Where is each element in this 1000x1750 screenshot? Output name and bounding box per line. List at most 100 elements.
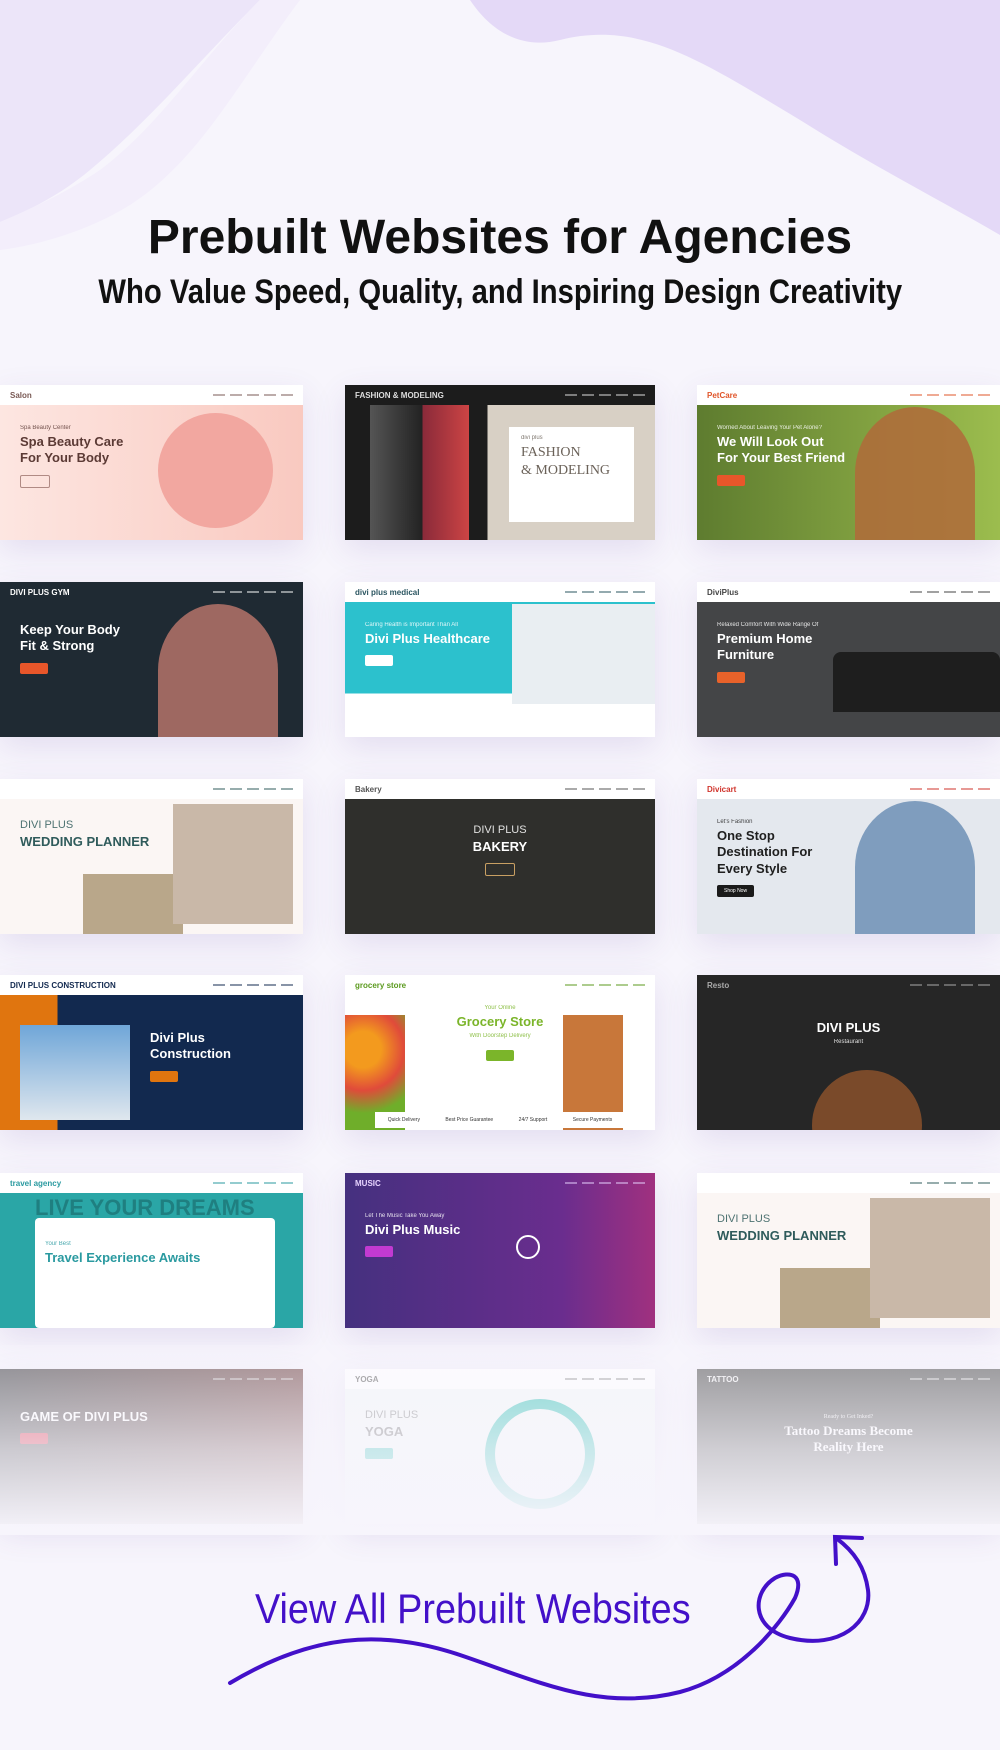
hero-cta-button[interactable] <box>20 662 48 674</box>
website-hero-text: Your Online Grocery Store With Doorstep De… <box>345 1005 655 1066</box>
hero-cta-button[interactable] <box>485 863 515 877</box>
hero-subtitle: Who Value Speed, Quality, and Inspiring … <box>98 273 902 311</box>
hero-eyebrow: DIVI PLUS <box>717 1213 771 1225</box>
feature-item: Quick Delivery <box>387 1117 420 1123</box>
website-nav: MUSIC <box>345 1173 655 1193</box>
website-nav <box>697 1173 1000 1193</box>
nav-menu <box>213 984 293 986</box>
website-card-fashion-modeling[interactable]: FASHION & MODELING divi plus FASHION & MODE… <box>345 385 655 540</box>
website-preview-image <box>855 801 975 934</box>
website-nav: DiviPlus <box>697 582 1000 602</box>
website-card-gym[interactable]: DIVI PLUS GYM Keep Your Body Fit & Strong <box>0 582 303 737</box>
hero-cta-button[interactable] <box>486 1050 514 1062</box>
website-hero-text: DIVI PLUS WEDDING PLANNER <box>717 1213 867 1244</box>
hero-title: & MODELING <box>521 462 611 478</box>
hero-title: Every Style <box>717 860 788 876</box>
hero-title: Divi Plus Music <box>365 1222 461 1237</box>
website-preview-image <box>20 1025 130 1120</box>
website-preview-image <box>515 1235 540 1259</box>
website-card-fashion-store[interactable]: Divicart Let's Fashion One Stop Destination… <box>697 779 1000 934</box>
website-hero-text: Relaxed Comfort With Wide Range Of Premiu… <box>717 622 867 688</box>
hero-eyebrow: Spa Beauty Center <box>20 425 71 431</box>
hero-eyebrow: DIVI PLUS <box>20 819 74 831</box>
website-card-bakery[interactable]: Bakery DIVI PLUS BAKERY <box>345 779 655 934</box>
website-nav: travel agency <box>0 1173 303 1193</box>
hero-title: WEDDING PLANNER <box>20 834 150 849</box>
website-hero-text: DIVI PLUS BAKERY <box>345 824 655 881</box>
website-hero-text: Keep Your Body Fit & Strong <box>20 622 170 679</box>
view-all-websites-link[interactable]: View All Prebuilt Websites <box>255 1585 739 1633</box>
hero-title: We Will Look Out <box>717 434 824 449</box>
nav-menu <box>910 984 990 986</box>
website-nav: Salon <box>0 385 303 405</box>
website-card-healthcare[interactable]: divi plus medical Caring Health is Import… <box>345 582 655 737</box>
hero-cta-button[interactable] <box>717 474 745 486</box>
website-card-wedding-planner-2[interactable]: DIVI PLUS WEDDING PLANNER <box>697 1173 1000 1328</box>
hero-title: Spa Beauty Care <box>20 434 124 449</box>
hero-eyebrow: Let The Music Take You Away <box>365 1213 445 1219</box>
website-logo: Salon <box>10 390 32 400</box>
website-logo: Resto <box>707 980 730 990</box>
website-logo: divi plus medical <box>355 587 420 597</box>
website-card-wedding-planner[interactable]: DIVI PLUS WEDDING PLANNER <box>0 779 303 934</box>
website-card-grocery-store[interactable]: grocery store Your Online Grocery Store Wit… <box>345 975 655 1130</box>
website-logo: DiviPlus <box>707 587 739 597</box>
website-card-music[interactable]: MUSIC Let The Music Take You Away Divi Plu… <box>345 1173 655 1328</box>
hero-title: Construction <box>150 1046 231 1062</box>
hero-cta-button[interactable] <box>365 655 393 667</box>
feature-item: Best Price Guarantee <box>445 1117 494 1123</box>
website-card-construction[interactable]: DIVI PLUS CONSTRUCTION Divi Plus Construct… <box>0 975 303 1130</box>
feature-bar: Quick Delivery Best Price Guarantee 24/7 S… <box>375 1112 625 1128</box>
hero-cta-button[interactable] <box>150 1070 178 1082</box>
hero-title: For Your Best Friend <box>717 450 846 466</box>
website-card-salon[interactable]: Salon Spa Beauty Center Spa Beauty Care For… <box>0 385 303 540</box>
hero-title: Prebuilt Websites for Agencies <box>147 211 853 264</box>
hero-eyebrow: Worried About Leaving Your Pet Alone? <box>717 425 822 431</box>
hero-subtitle: Restaurant <box>833 1039 864 1046</box>
website-card-restaurant[interactable]: Resto DIVI PLUS Restaurant <box>697 975 1000 1130</box>
website-nav: Bakery <box>345 779 655 799</box>
nav-menu <box>213 591 293 593</box>
website-nav: Divicart <box>697 779 1000 799</box>
hero-title: Destination For <box>717 844 813 860</box>
hero-title: Fit & Strong <box>20 638 95 654</box>
hero-eyebrow: divi plus <box>521 435 543 441</box>
hero-eyebrow: Your Online <box>484 1005 516 1011</box>
hero-cta-button[interactable] <box>717 671 745 683</box>
hero-banner-text: LIVE YOUR DREAMS <box>35 1195 255 1220</box>
hero-title: One Stop <box>717 828 775 843</box>
website-logo: Bakery <box>355 784 382 794</box>
website-preview-image <box>158 413 273 528</box>
hero-eyebrow: DIVI PLUS <box>473 824 527 836</box>
website-hero-text: divi plus FASHION & MODELING <box>521 435 655 479</box>
website-logo: DIVI PLUS GYM <box>10 587 70 597</box>
website-logo: PetCare <box>707 390 738 400</box>
website-card-travel-agency[interactable]: LIVE YOUR DREAMS travel agency Your Best Tr… <box>0 1173 303 1328</box>
website-preview-image <box>158 604 278 737</box>
nav-menu <box>213 1182 293 1184</box>
hero-eyebrow: Relaxed Comfort With Wide Range Of <box>717 622 819 628</box>
hero-cta-button[interactable]: Shop Now <box>717 884 755 897</box>
hero-title: For Your Body <box>20 450 110 466</box>
website-preview-image <box>173 804 293 924</box>
website-preview-image <box>855 407 975 540</box>
website-hero-text: DIVI PLUS Restaurant <box>697 1020 1000 1048</box>
website-nav: Resto <box>697 975 1000 995</box>
website-hero-text: Let The Music Take You Away Divi Plus Mus… <box>365 1213 515 1262</box>
website-hero-text: Worried About Leaving Your Pet Alone? We … <box>717 425 867 491</box>
hero-cta-button[interactable] <box>20 474 50 488</box>
website-logo: grocery store <box>355 980 407 990</box>
nav-menu <box>910 394 990 396</box>
website-nav: grocery store <box>345 975 655 995</box>
website-card-furniture[interactable]: DiviPlus Relaxed Comfort With Wide Range … <box>697 582 1000 737</box>
website-preview-image <box>512 604 655 704</box>
website-logo: Divicart <box>707 784 737 794</box>
hero-title: Premium Home <box>717 631 813 646</box>
hero-cta-button[interactable] <box>365 1246 393 1258</box>
hero-title: BAKERY <box>472 839 528 854</box>
nav-menu <box>565 984 645 986</box>
website-nav: divi plus medical <box>345 582 655 602</box>
website-card-petcare[interactable]: PetCare Worried About Leaving Your Pet Al… <box>697 385 1000 540</box>
website-logo: DIVI PLUS CONSTRUCTION <box>10 980 116 990</box>
nav-menu <box>565 591 645 593</box>
